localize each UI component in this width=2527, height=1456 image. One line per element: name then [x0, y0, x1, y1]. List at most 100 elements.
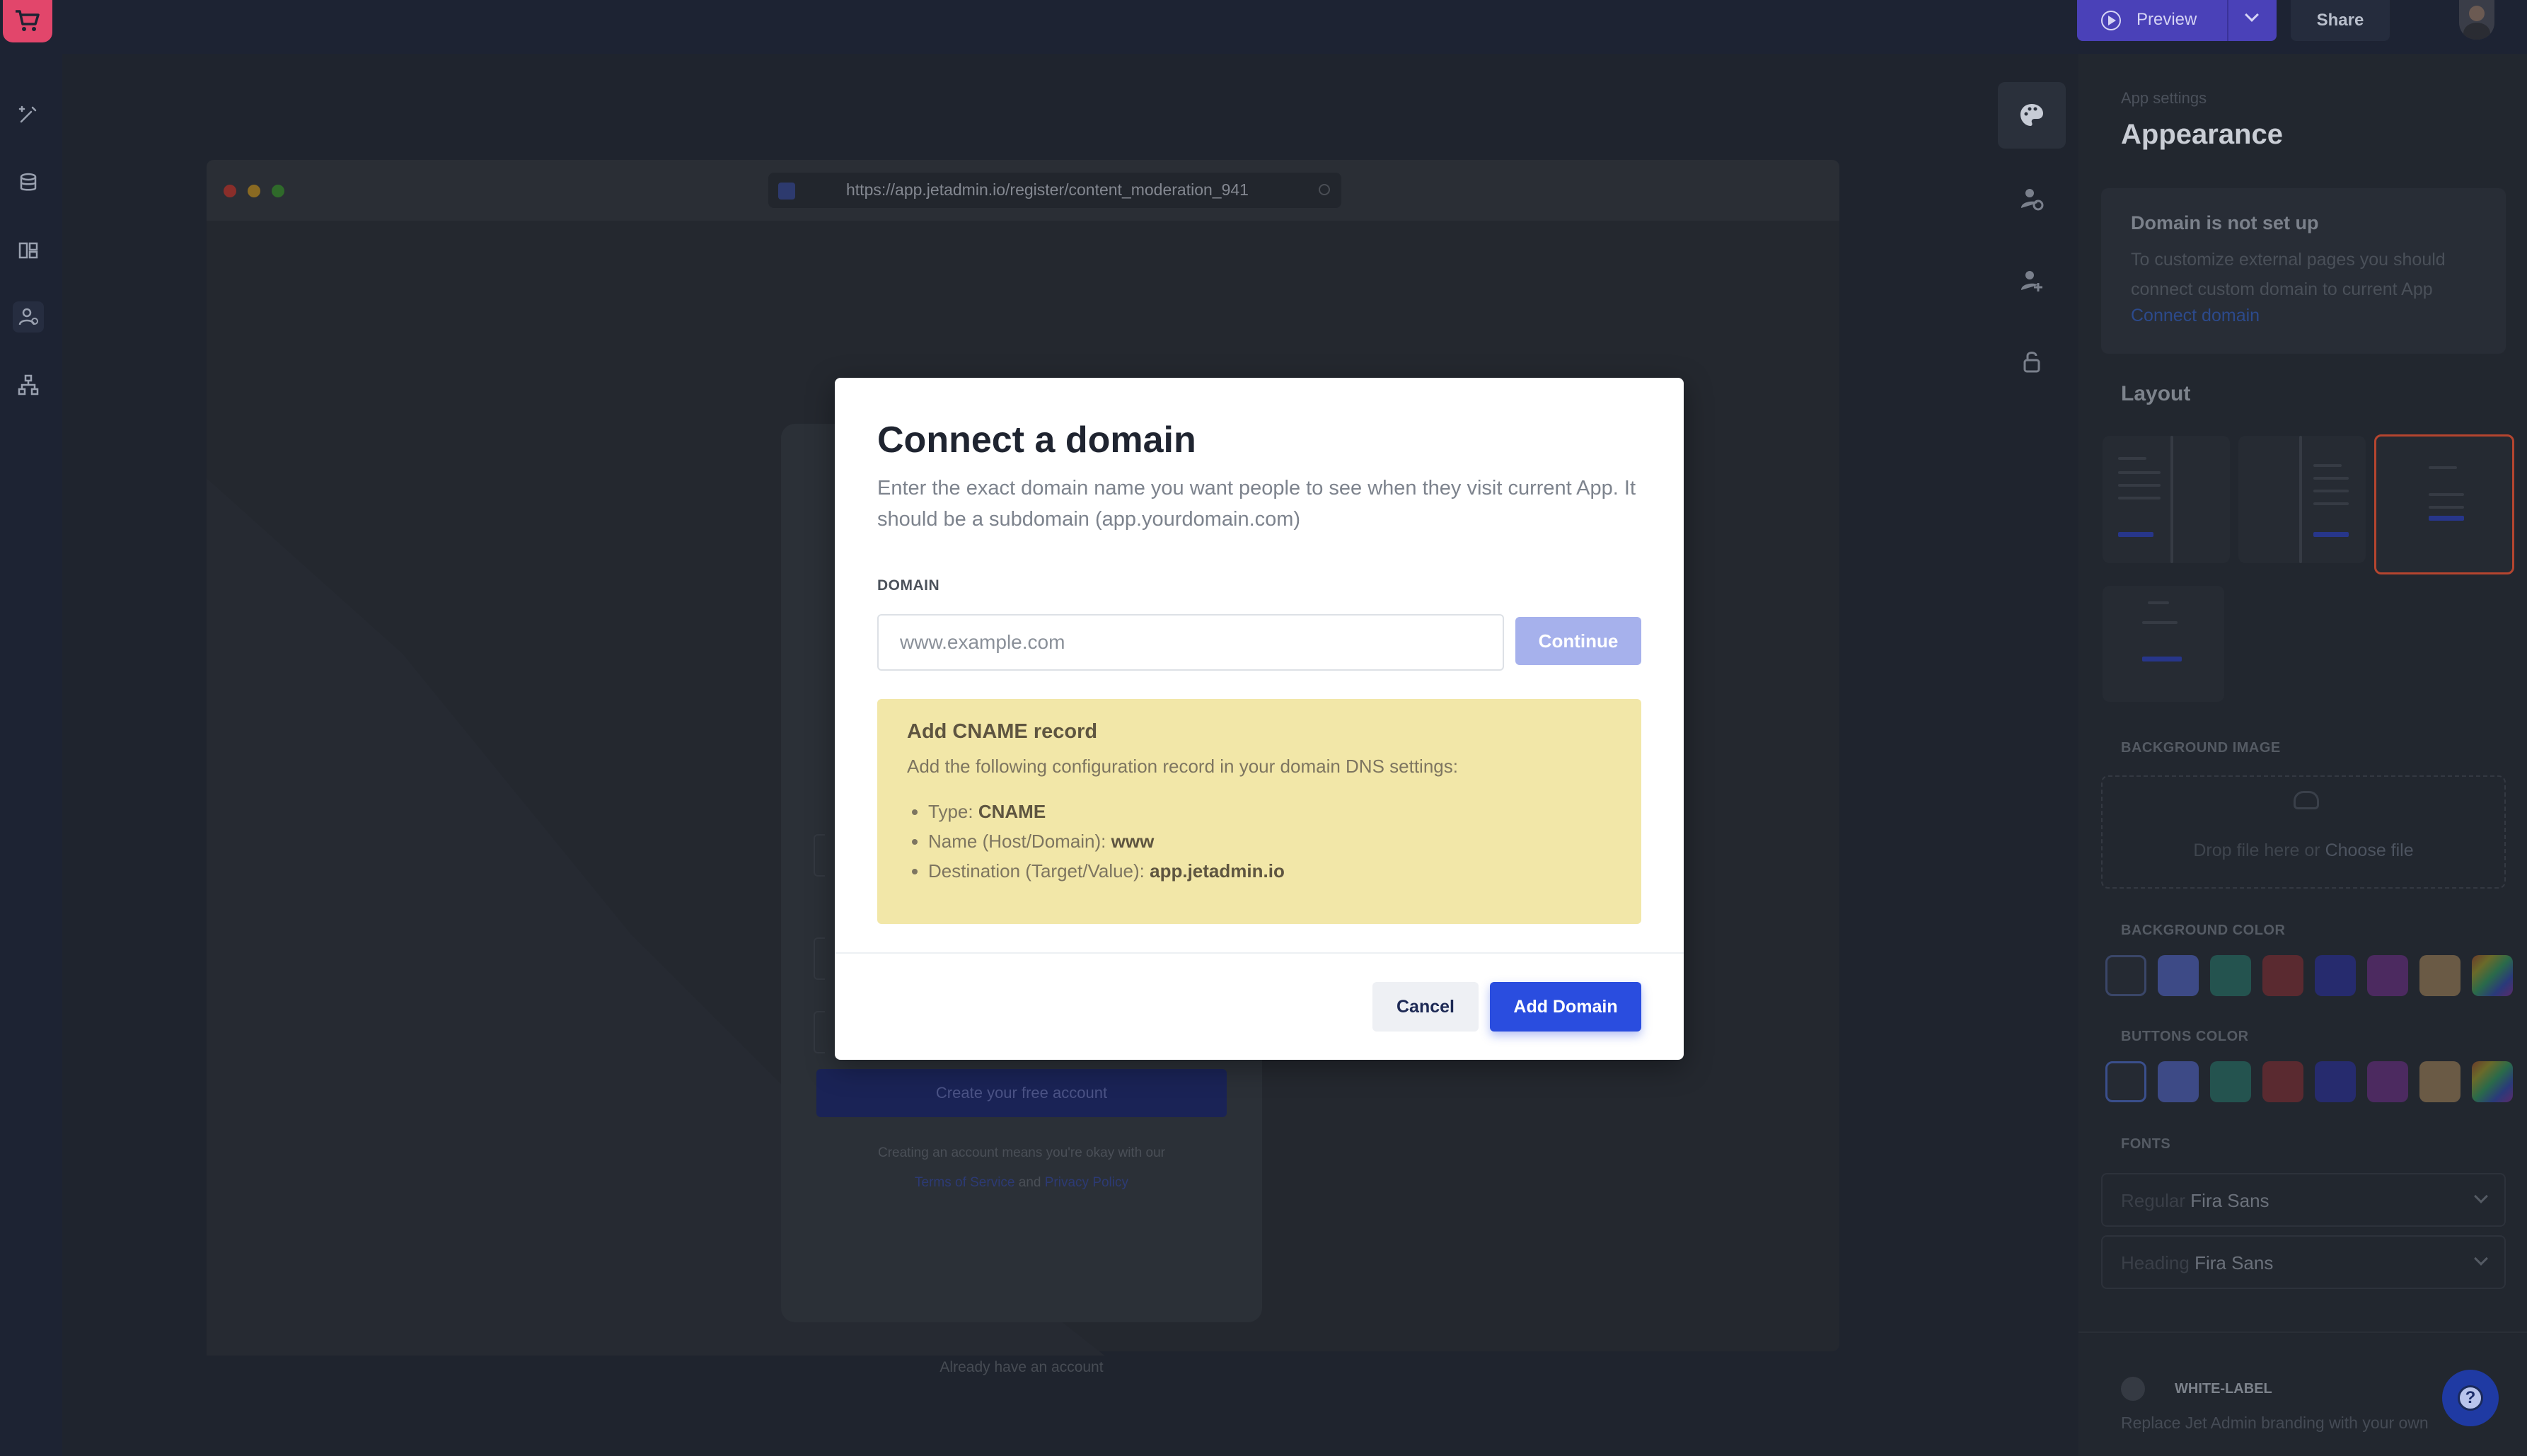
terms-link[interactable]: Terms of Service	[915, 1175, 1014, 1190]
pages-icon[interactable]	[13, 235, 44, 266]
avatar[interactable]	[2459, 0, 2494, 40]
color-swatch[interactable]	[2367, 955, 2408, 996]
chevron-down-icon[interactable]	[2245, 8, 2259, 22]
modal-description: Enter the exact domain name you want peo…	[877, 477, 1636, 531]
layout-heading: Layout	[2121, 382, 2191, 405]
terms-note: Creating an account means you're okay wi…	[781, 1138, 1262, 1198]
color-swatch[interactable]	[2158, 955, 2199, 996]
browser-toolbar: https://app.jetadmin.io/register/content…	[207, 160, 1839, 221]
lock-icon[interactable]	[1998, 328, 2066, 395]
white-label-toggle[interactable]	[2121, 1377, 2145, 1401]
color-swatch[interactable]	[2105, 1061, 2146, 1102]
cname-type-item: Type: CNAME	[928, 797, 1285, 826]
layout-button	[2313, 532, 2349, 537]
layout-line	[2118, 471, 2161, 474]
panel-title: Appearance	[2121, 119, 2283, 150]
connect-domain-modal: Connect a domain Enter the exact domain …	[835, 378, 1684, 1060]
settings-panel: App settings Appearance Domain is not se…	[2078, 54, 2527, 1456]
color-swatch[interactable]	[2315, 955, 2356, 996]
color-swatch[interactable]	[2210, 955, 2251, 996]
preview-button[interactable]: Preview	[2077, 0, 2277, 41]
add-domain-button[interactable]: Add Domain	[1490, 982, 1641, 1032]
domain-input[interactable]	[877, 614, 1504, 671]
color-swatch[interactable]	[2105, 955, 2146, 996]
panel-divider	[2078, 1331, 2527, 1333]
cart-icon[interactable]	[3, 0, 52, 42]
destination-value: app.jetadmin.io	[1150, 860, 1285, 882]
regular-font-select[interactable]: Regular Fira Sans	[2101, 1173, 2506, 1227]
database-icon[interactable]	[13, 167, 44, 198]
share-button[interactable]: Share	[2291, 0, 2390, 41]
color-swatch[interactable]	[2472, 1061, 2513, 1102]
maximize-dot	[272, 185, 284, 197]
cancel-button[interactable]: Cancel	[1372, 982, 1479, 1032]
buttons-color-label: BUTTONS COLOR	[2121, 1029, 2249, 1044]
layout-button	[2118, 532, 2153, 537]
cname-name-item: Name (Host/Domain): www	[928, 826, 1285, 856]
builder-icon[interactable]	[13, 99, 44, 130]
name-value: www	[1111, 831, 1155, 852]
modal-divider	[835, 952, 1684, 954]
terms-prefix: Creating an account means you're okay wi…	[877, 1145, 1165, 1160]
layout-line	[2118, 457, 2146, 460]
modal-title: Connect a domain	[877, 420, 1196, 461]
color-swatch[interactable]	[2210, 1061, 2251, 1102]
domain-warning-heading: Domain is not set up	[2131, 212, 2319, 233]
domain-warning-text: To customize external pages you should c…	[2131, 250, 2446, 299]
and-text: and	[1018, 1175, 1041, 1190]
continue-button[interactable]: Continue	[1515, 617, 1641, 665]
regular-font-value: Fira Sans	[2190, 1190, 2269, 1211]
heading-font-select[interactable]: Heading Fira Sans	[2101, 1235, 2506, 1289]
preview-separator	[2227, 0, 2228, 41]
site-icon	[778, 183, 795, 200]
layout-option-left[interactable]	[2103, 436, 2230, 563]
color-swatch[interactable]	[2472, 955, 2513, 996]
upload-prompt: Drop file here or	[2193, 840, 2320, 860]
destination-key: Destination (Target/Value):	[928, 860, 1145, 882]
layout-option-right[interactable]	[2238, 436, 2366, 563]
hierarchy-icon[interactable]	[13, 369, 44, 400]
type-value: CNAME	[978, 801, 1046, 822]
cname-list: Type: CNAME Name (Host/Domain): www Dest…	[907, 797, 1285, 886]
color-swatch[interactable]	[2158, 1061, 2199, 1102]
background-image-label: BACKGROUND IMAGE	[2121, 740, 2281, 756]
cname-instructions: Add CNAME record Add the following confi…	[877, 699, 1641, 924]
layout-line	[2148, 601, 2169, 604]
color-swatch[interactable]	[2419, 955, 2460, 996]
choose-file-link[interactable]: Choose file	[2325, 840, 2414, 860]
layout-line	[2429, 493, 2464, 496]
color-swatch[interactable]	[2262, 1061, 2303, 1102]
color-swatch[interactable]	[2315, 1061, 2356, 1102]
help-button[interactable]: ?	[2442, 1370, 2499, 1426]
help-icon: ?	[2458, 1385, 2483, 1411]
color-swatch[interactable]	[2419, 1061, 2460, 1102]
connect-domain-link[interactable]: Connect domain	[2131, 306, 2260, 326]
layout-line	[2118, 497, 2161, 499]
layout-line	[2118, 484, 2161, 487]
layout-button	[2142, 657, 2182, 661]
layout-divider	[2170, 436, 2173, 563]
palette-icon[interactable]	[1998, 82, 2066, 149]
name-key: Name (Host/Domain):	[928, 831, 1106, 852]
layout-line	[2313, 502, 2349, 505]
top-bar: Preview Share	[0, 0, 2527, 54]
left-rail	[0, 54, 62, 1456]
color-swatch[interactable]	[2262, 955, 2303, 996]
users-icon[interactable]	[13, 301, 44, 333]
minimize-dot	[248, 185, 260, 197]
user-settings-icon[interactable]	[1998, 166, 2066, 232]
color-swatch[interactable]	[2367, 1061, 2408, 1102]
type-key: Type:	[928, 801, 973, 822]
privacy-link[interactable]: Privacy Policy	[1045, 1175, 1128, 1190]
layout-option-center[interactable]	[2374, 434, 2514, 574]
upload-text: Drop file here or Choose file	[2103, 840, 2504, 861]
layout-option-background[interactable]	[2103, 586, 2224, 702]
already-have-account[interactable]: Already have an account	[781, 1359, 1262, 1376]
white-label-label: WHITE-LABEL	[2175, 1381, 2272, 1397]
create-account-button[interactable]: Create your free account	[816, 1069, 1227, 1117]
background-image-dropzone[interactable]: Drop file here or Choose file	[2101, 775, 2506, 889]
search-icon	[1319, 184, 1330, 195]
chevron-down-icon	[2474, 1252, 2488, 1266]
user-add-icon[interactable]	[1998, 248, 2066, 314]
fonts-label: FONTS	[2121, 1136, 2171, 1152]
